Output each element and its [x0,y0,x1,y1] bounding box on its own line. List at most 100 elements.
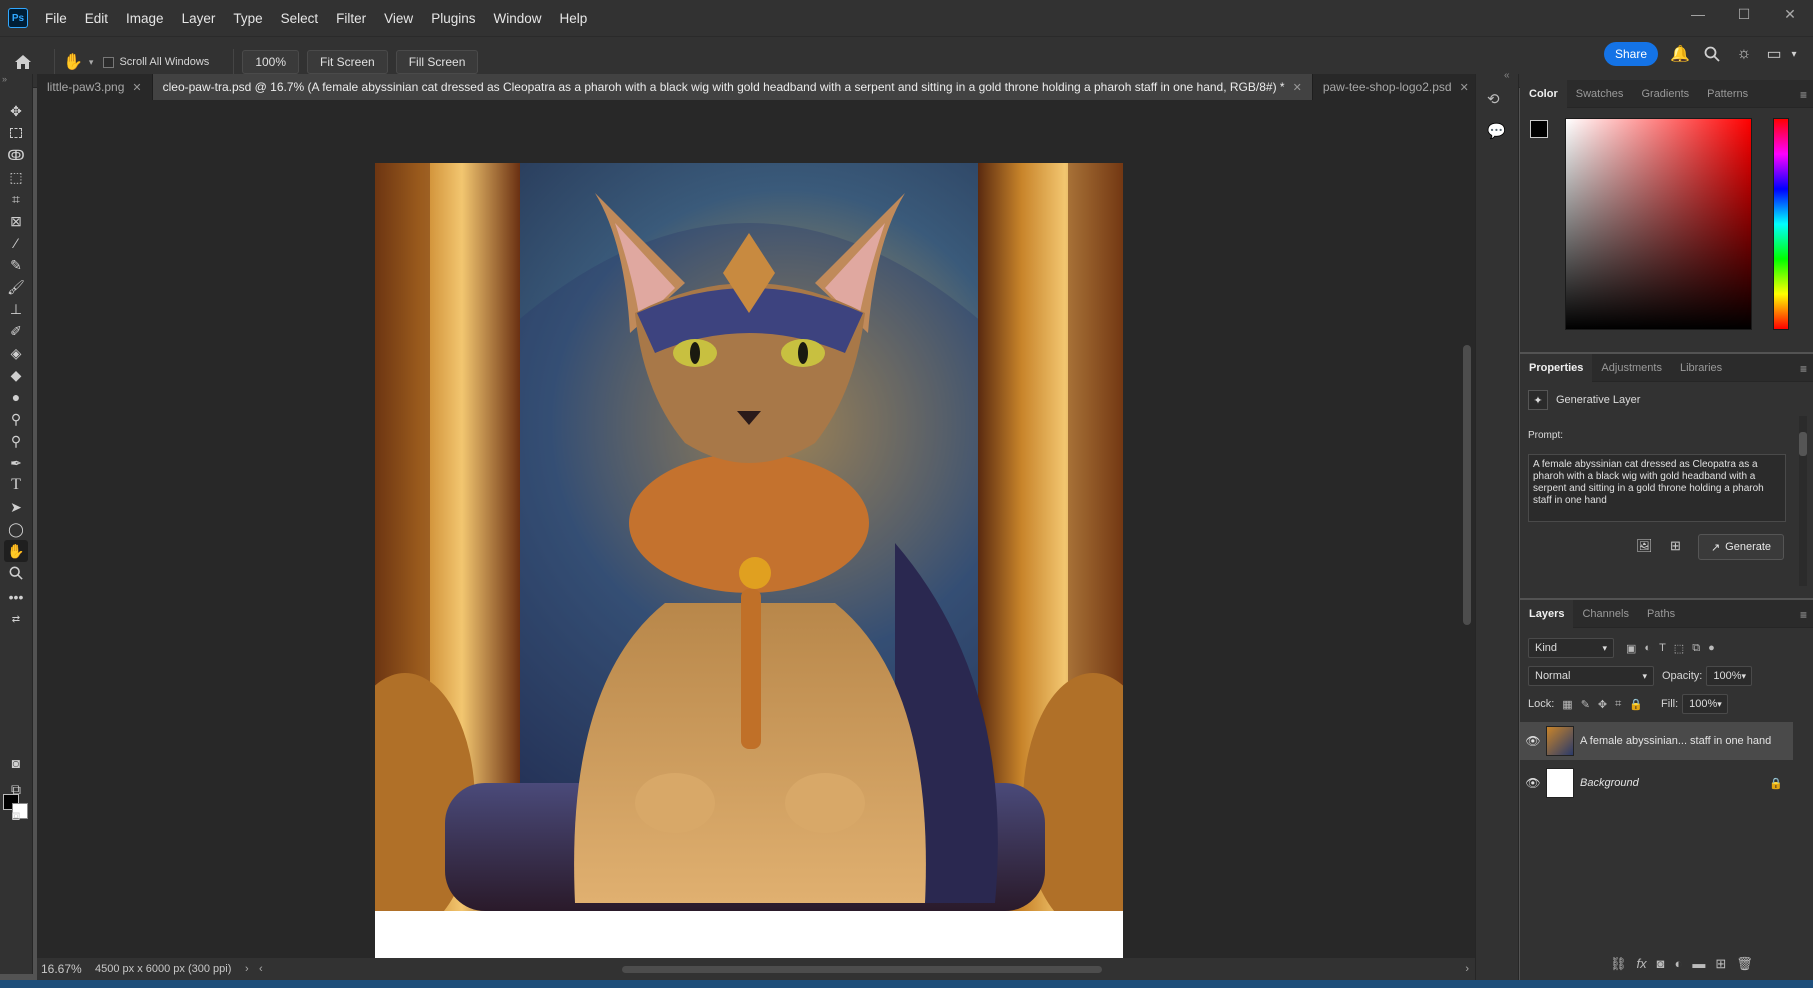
quick-mask-icon[interactable]: ◙ [4,752,28,774]
fill-screen-button[interactable]: Fill Screen [395,50,479,74]
crop-tool-icon[interactable]: ⌗ [4,188,28,210]
frame-tool-icon[interactable]: ⊠ [4,210,28,232]
path-select-tool-icon[interactable]: ➤ [4,496,28,518]
chevron-down-icon[interactable]: ▾ [1782,42,1806,66]
menu-view[interactable]: View [375,11,422,26]
zoom-level[interactable]: 16.67% [37,962,95,976]
foreground-color-chip[interactable] [1530,120,1548,138]
comments-panel-icon[interactable]: 💬 [1487,122,1506,140]
ellipse-tool-icon[interactable]: ◯ [4,518,28,540]
search-icon[interactable] [1700,42,1724,66]
lock-pixels-icon[interactable]: ✎ [1581,698,1590,711]
chevron-right-icon[interactable]: › [245,963,259,975]
generate-button[interactable]: ↗ Generate [1698,534,1784,560]
type-filter-icon[interactable]: T [1659,642,1666,654]
close-icon[interactable]: ✕ [1460,81,1469,94]
canvas-area[interactable] [37,100,1475,958]
panel-menu-icon[interactable]: ≡ [1800,88,1807,102]
prompt-textarea[interactable]: A female abyssinian cat dressed as Cleop… [1528,454,1786,522]
hand-tool-icon[interactable]: ✋ [4,540,28,562]
visibility-eye-icon[interactable]: 👁 [1520,776,1546,790]
discover-lightbulb-icon[interactable]: ☼ [1732,42,1756,66]
adjustment-filter-icon[interactable]: ◐ [1644,642,1651,654]
new-group-icon[interactable]: ▬ [1692,956,1705,972]
horizontal-scroll-thumb[interactable] [622,966,1102,973]
add-mask-icon[interactable]: ◙ [1657,956,1665,972]
layer-row-background[interactable]: 👁 Background 🔒 [1520,764,1793,802]
vertical-scrollbar[interactable] [1460,100,1474,960]
menu-edit[interactable]: Edit [76,11,117,26]
tab-properties[interactable]: Properties [1520,353,1593,382]
close-window-button[interactable]: ✕ [1767,0,1813,28]
eraser-tool-icon[interactable]: ◈ [4,342,28,364]
clone-stamp-tool-icon[interactable]: ⊥ [4,298,28,320]
new-layer-icon[interactable]: ⊞ [1715,956,1726,972]
visibility-eye-icon[interactable]: 👁 [1520,734,1546,748]
zoom-100-button[interactable]: 100% [242,50,300,74]
notifications-bell-icon[interactable]: 🔔 [1668,42,1692,66]
type-tool-icon[interactable]: T [4,474,28,496]
filter-kind-select[interactable]: Kind ▾ [1528,638,1614,658]
tab-adjustments[interactable]: Adjustments [1592,354,1671,382]
chevron-right-icon[interactable]: › [1465,963,1469,975]
hue-slider[interactable] [1773,118,1789,330]
tab-paths[interactable]: Paths [1638,600,1684,628]
tab-little-paw3[interactable]: little-paw3.png ✕ [37,74,153,100]
menu-help[interactable]: Help [550,11,596,26]
tab-gradients[interactable]: Gradients [1632,80,1698,108]
menu-select[interactable]: Select [272,11,328,26]
screen-mode-icon[interactable]: ⧉ [4,778,28,800]
lock-position-icon[interactable]: ✥ [1598,698,1607,711]
document-canvas[interactable] [375,163,1123,958]
swap-colors-icon[interactable]: ⇄ [4,612,28,626]
tab-cleo-paw-tra[interactable]: cleo-paw-tra.psd @ 16.7% (A female abyss… [152,74,1313,100]
tab-channels[interactable]: Channels [1573,600,1637,628]
color-picker-field[interactable] [1565,118,1752,330]
close-icon[interactable]: ✕ [1293,81,1302,94]
scroll-all-checkbox[interactable] [103,56,115,68]
dodge-tool-icon[interactable]: ⚲ [4,408,28,430]
menu-type[interactable]: Type [224,11,271,26]
scroll-all-windows-option[interactable]: Scroll All Windows [103,56,209,68]
link-layers-icon[interactable]: ⛓ [1610,956,1627,972]
opacity-input[interactable]: 100% ▾ [1706,666,1753,686]
close-icon[interactable]: ✕ [132,81,141,94]
menu-image[interactable]: Image [117,11,173,26]
blur-tool-icon[interactable]: ● [4,386,28,408]
properties-scroll-thumb[interactable] [1799,432,1807,456]
reference-image-icon[interactable]: 🖼 [1636,538,1653,554]
minimize-button[interactable]: — [1675,0,1721,28]
paint-bucket-tool-icon[interactable]: ◆ [4,364,28,386]
hand-tool-preset[interactable]: ✋ ▾ [63,52,93,72]
tab-patterns[interactable]: Patterns [1698,80,1757,108]
delete-layer-icon[interactable]: 🗑 [1736,956,1753,972]
tab-paw-tee-shop-logo2[interactable]: paw-tee-shop-logo2.psd ✕ [1313,74,1480,100]
share-button[interactable]: Share [1604,42,1658,66]
layer-name[interactable]: Background [1580,777,1639,789]
pixel-filter-icon[interactable]: ▣ [1626,642,1636,655]
fill-input[interactable]: 100% ▾ [1682,694,1729,714]
filter-toggle-icon[interactable]: ● [1708,642,1715,654]
menu-file[interactable]: File [36,11,76,26]
panel-menu-icon[interactable]: ≡ [1800,362,1807,376]
collapse-panel-icon[interactable]: » [2,74,7,84]
move-tool-icon[interactable]: ✥ [4,100,28,122]
shape-filter-icon[interactable]: ⬚ [1674,642,1684,655]
pen-tool-icon[interactable]: ✒ [4,452,28,474]
tab-color[interactable]: Color [1520,79,1567,108]
history-panel-icon[interactable]: ⟲ [1487,90,1500,108]
new-adjustment-icon[interactable]: ◐ [1675,956,1683,972]
expand-panels-icon[interactable]: « [1504,70,1510,81]
lock-transparent-icon[interactable]: ▦ [1562,698,1572,711]
layer-row-generative[interactable]: 👁 A female abyssinian... staff in one ha… [1520,722,1793,760]
blend-mode-select[interactable]: Normal ▾ [1528,666,1654,686]
lock-artboard-icon[interactable]: ⌗ [1615,698,1621,711]
marquee-tool-icon[interactable] [4,122,28,144]
panel-menu-icon[interactable]: ≡ [1800,608,1807,622]
tab-layers[interactable]: Layers [1520,599,1574,628]
smudge-tool-icon[interactable]: ⚲ [4,430,28,452]
tab-libraries[interactable]: Libraries [1671,354,1731,382]
object-select-tool-icon[interactable]: ⬚ [4,166,28,188]
generative-fill-icon[interactable]: ⧈ [4,804,28,826]
menu-layer[interactable]: Layer [173,11,225,26]
